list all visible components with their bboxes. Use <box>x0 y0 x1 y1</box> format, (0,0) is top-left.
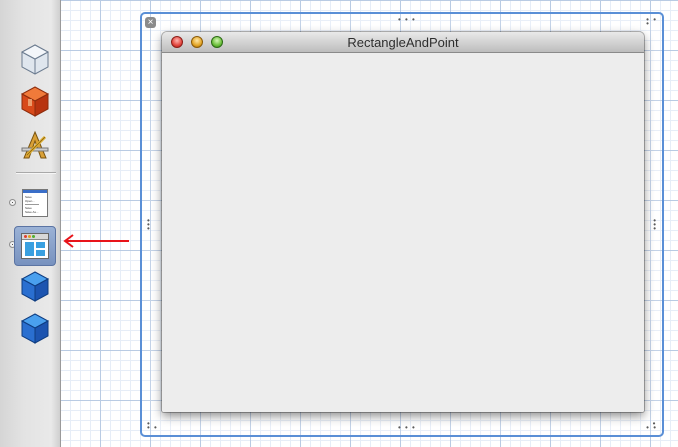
blue-cube-icon <box>20 313 50 344</box>
close-icon[interactable]: × <box>145 17 156 28</box>
object-cube-outline-icon <box>20 44 50 75</box>
window-object-item[interactable] <box>14 226 56 266</box>
resize-handle-right[interactable]: • • • <box>653 217 657 233</box>
window-content-area[interactable] <box>162 53 644 412</box>
window-titlebar[interactable]: RectangleAndPoint <box>162 32 644 53</box>
resize-handle-bottom[interactable]: • • • <box>398 424 416 432</box>
resize-handle-bottom-right[interactable]: • • • <box>646 420 657 432</box>
red-cube-item[interactable] <box>14 82 56 120</box>
object-dock: Save Open... Save Save As... <box>0 0 61 447</box>
resize-handle-left[interactable]: • • • <box>147 217 151 233</box>
menu-object-item[interactable]: Save Open... Save Save As... <box>14 184 56 222</box>
blue-cube-item[interactable] <box>14 309 56 347</box>
resize-handle-top-right[interactable]: • • • <box>646 16 657 28</box>
window-object-icon <box>21 233 49 259</box>
menu-line: Save As... <box>25 210 39 214</box>
app-pencil-icon <box>21 130 49 159</box>
application-item[interactable] <box>14 126 56 164</box>
resize-handle-top[interactable]: • • • <box>398 16 416 24</box>
menu-object-icon: Save Open... Save Save As... <box>22 189 48 217</box>
menu-line: Open... <box>25 199 35 203</box>
dock-separator <box>16 172 56 174</box>
annotation-arrow-icon <box>63 234 129 248</box>
resize-handle-bottom-left[interactable]: • • • <box>147 420 158 432</box>
blue-cube-icon <box>20 271 50 302</box>
red-cube-icon <box>20 86 50 117</box>
blue-cube-item[interactable] <box>14 267 56 305</box>
cube-object-item[interactable] <box>14 40 56 78</box>
app-window[interactable]: RectangleAndPoint <box>162 32 644 412</box>
window-title: RectangleAndPoint <box>347 35 459 50</box>
